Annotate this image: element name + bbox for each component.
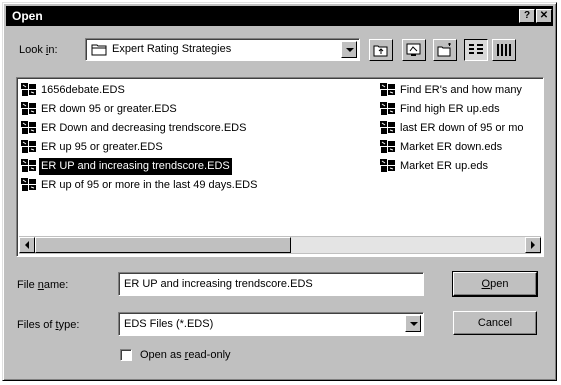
file-item-label: Find ER's and how many	[400, 84, 522, 96]
open-dialog: Open ? ✕ Look in: Expert Rating Strategi…	[2, 2, 557, 381]
file-name-label: File name:	[17, 279, 69, 291]
scroll-thumb[interactable]	[35, 237, 291, 253]
eds-file-icon	[21, 82, 36, 96]
eds-file-icon	[380, 139, 395, 153]
file-item-label: ER UP and increasing trendscore.EDS	[39, 158, 232, 175]
dialog-title: Open	[12, 9, 43, 23]
file-item[interactable]: ER down 95 or greater.EDS	[21, 101, 179, 118]
readonly-checkbox[interactable]	[120, 349, 132, 361]
file-item[interactable]: last ER down of 95 or mo	[380, 120, 526, 137]
open-button[interactable]: Open	[452, 271, 538, 297]
list-view-icon	[469, 44, 483, 54]
look-in-combobox[interactable]: Expert Rating Strategies	[85, 38, 360, 61]
arrow-left-icon	[25, 241, 29, 249]
file-list[interactable]: 1656debate.EDS ER down 95 or greater.EDS E…	[16, 77, 544, 257]
scroll-left-button[interactable]	[19, 237, 35, 253]
eds-file-icon	[21, 158, 36, 172]
help-button[interactable]: ?	[519, 9, 535, 23]
look-in-label: Look in:	[19, 44, 58, 56]
cancel-button[interactable]: Cancel	[453, 311, 537, 335]
eds-file-icon	[21, 177, 36, 191]
details-view-button[interactable]	[492, 39, 516, 61]
new-folder-icon	[437, 43, 451, 57]
look-in-value: Expert Rating Strategies	[112, 43, 232, 55]
scroll-right-button[interactable]	[525, 237, 541, 253]
eds-file-icon	[380, 82, 395, 96]
up-one-level-button[interactable]	[369, 39, 393, 61]
eds-file-icon	[21, 120, 36, 134]
scroll-track[interactable]	[291, 237, 525, 253]
eds-file-icon	[380, 101, 395, 115]
file-item[interactable]: 1656debate.EDS	[21, 82, 127, 99]
eds-file-icon	[21, 139, 36, 153]
readonly-label[interactable]: Open as read-only	[140, 349, 231, 361]
file-item[interactable]: Find high ER up.eds	[380, 101, 502, 118]
file-item[interactable]: Market ER down.eds	[380, 139, 504, 156]
up-folder-icon	[373, 45, 388, 57]
file-name-input[interactable]: ER UP and increasing trendscore.EDS	[118, 272, 424, 296]
eds-file-icon	[21, 101, 36, 115]
file-item-label: ER Down and decreasing trendscore.EDS	[41, 122, 247, 134]
file-item-label: ER down 95 or greater.EDS	[41, 103, 177, 115]
close-button[interactable]: ✕	[536, 9, 552, 23]
eds-file-icon	[380, 158, 395, 172]
eds-file-icon	[380, 120, 395, 134]
look-in-dropdown-button[interactable]	[341, 41, 357, 58]
file-item-label: Find high ER up.eds	[400, 103, 500, 115]
file-name-value: ER UP and increasing trendscore.EDS	[124, 278, 313, 290]
file-item-label: Market ER down.eds	[400, 141, 503, 153]
file-item-label: last ER down of 95 or mo	[400, 122, 524, 134]
title-bar[interactable]: Open ? ✕	[6, 6, 553, 26]
file-item[interactable]: Find ER's and how many	[380, 82, 524, 99]
file-item-label: ER up 95 or greater.EDS	[41, 141, 163, 153]
details-view-icon	[497, 44, 511, 56]
file-item[interactable]: ER up of 95 or more in the last 49 days.…	[21, 177, 259, 194]
list-view-button[interactable]	[464, 39, 488, 61]
file-item-label: 1656debate.EDS	[41, 84, 125, 96]
file-item-label: Market ER up.eds	[400, 160, 489, 172]
file-type-value: EDS Files (*.EDS)	[124, 318, 214, 330]
folder-icon	[91, 44, 107, 56]
desktop-button[interactable]	[402, 39, 426, 61]
file-item[interactable]: Market ER up.eds	[380, 158, 490, 175]
file-item[interactable]: ER up 95 or greater.EDS	[21, 139, 165, 156]
desktop-icon	[406, 43, 421, 56]
create-new-folder-button[interactable]	[433, 39, 457, 61]
file-type-select[interactable]: EDS Files (*.EDS)	[118, 312, 424, 336]
horizontal-scrollbar[interactable]	[19, 236, 541, 254]
file-item[interactable]: ER UP and increasing trendscore.EDS	[21, 158, 232, 175]
arrow-right-icon	[531, 241, 535, 249]
file-type-label: Files of type:	[17, 319, 80, 331]
file-item[interactable]: ER Down and decreasing trendscore.EDS	[21, 120, 248, 137]
file-type-dropdown-button[interactable]	[405, 315, 421, 332]
file-item-label: ER up of 95 or more in the last 49 days.…	[41, 179, 258, 191]
